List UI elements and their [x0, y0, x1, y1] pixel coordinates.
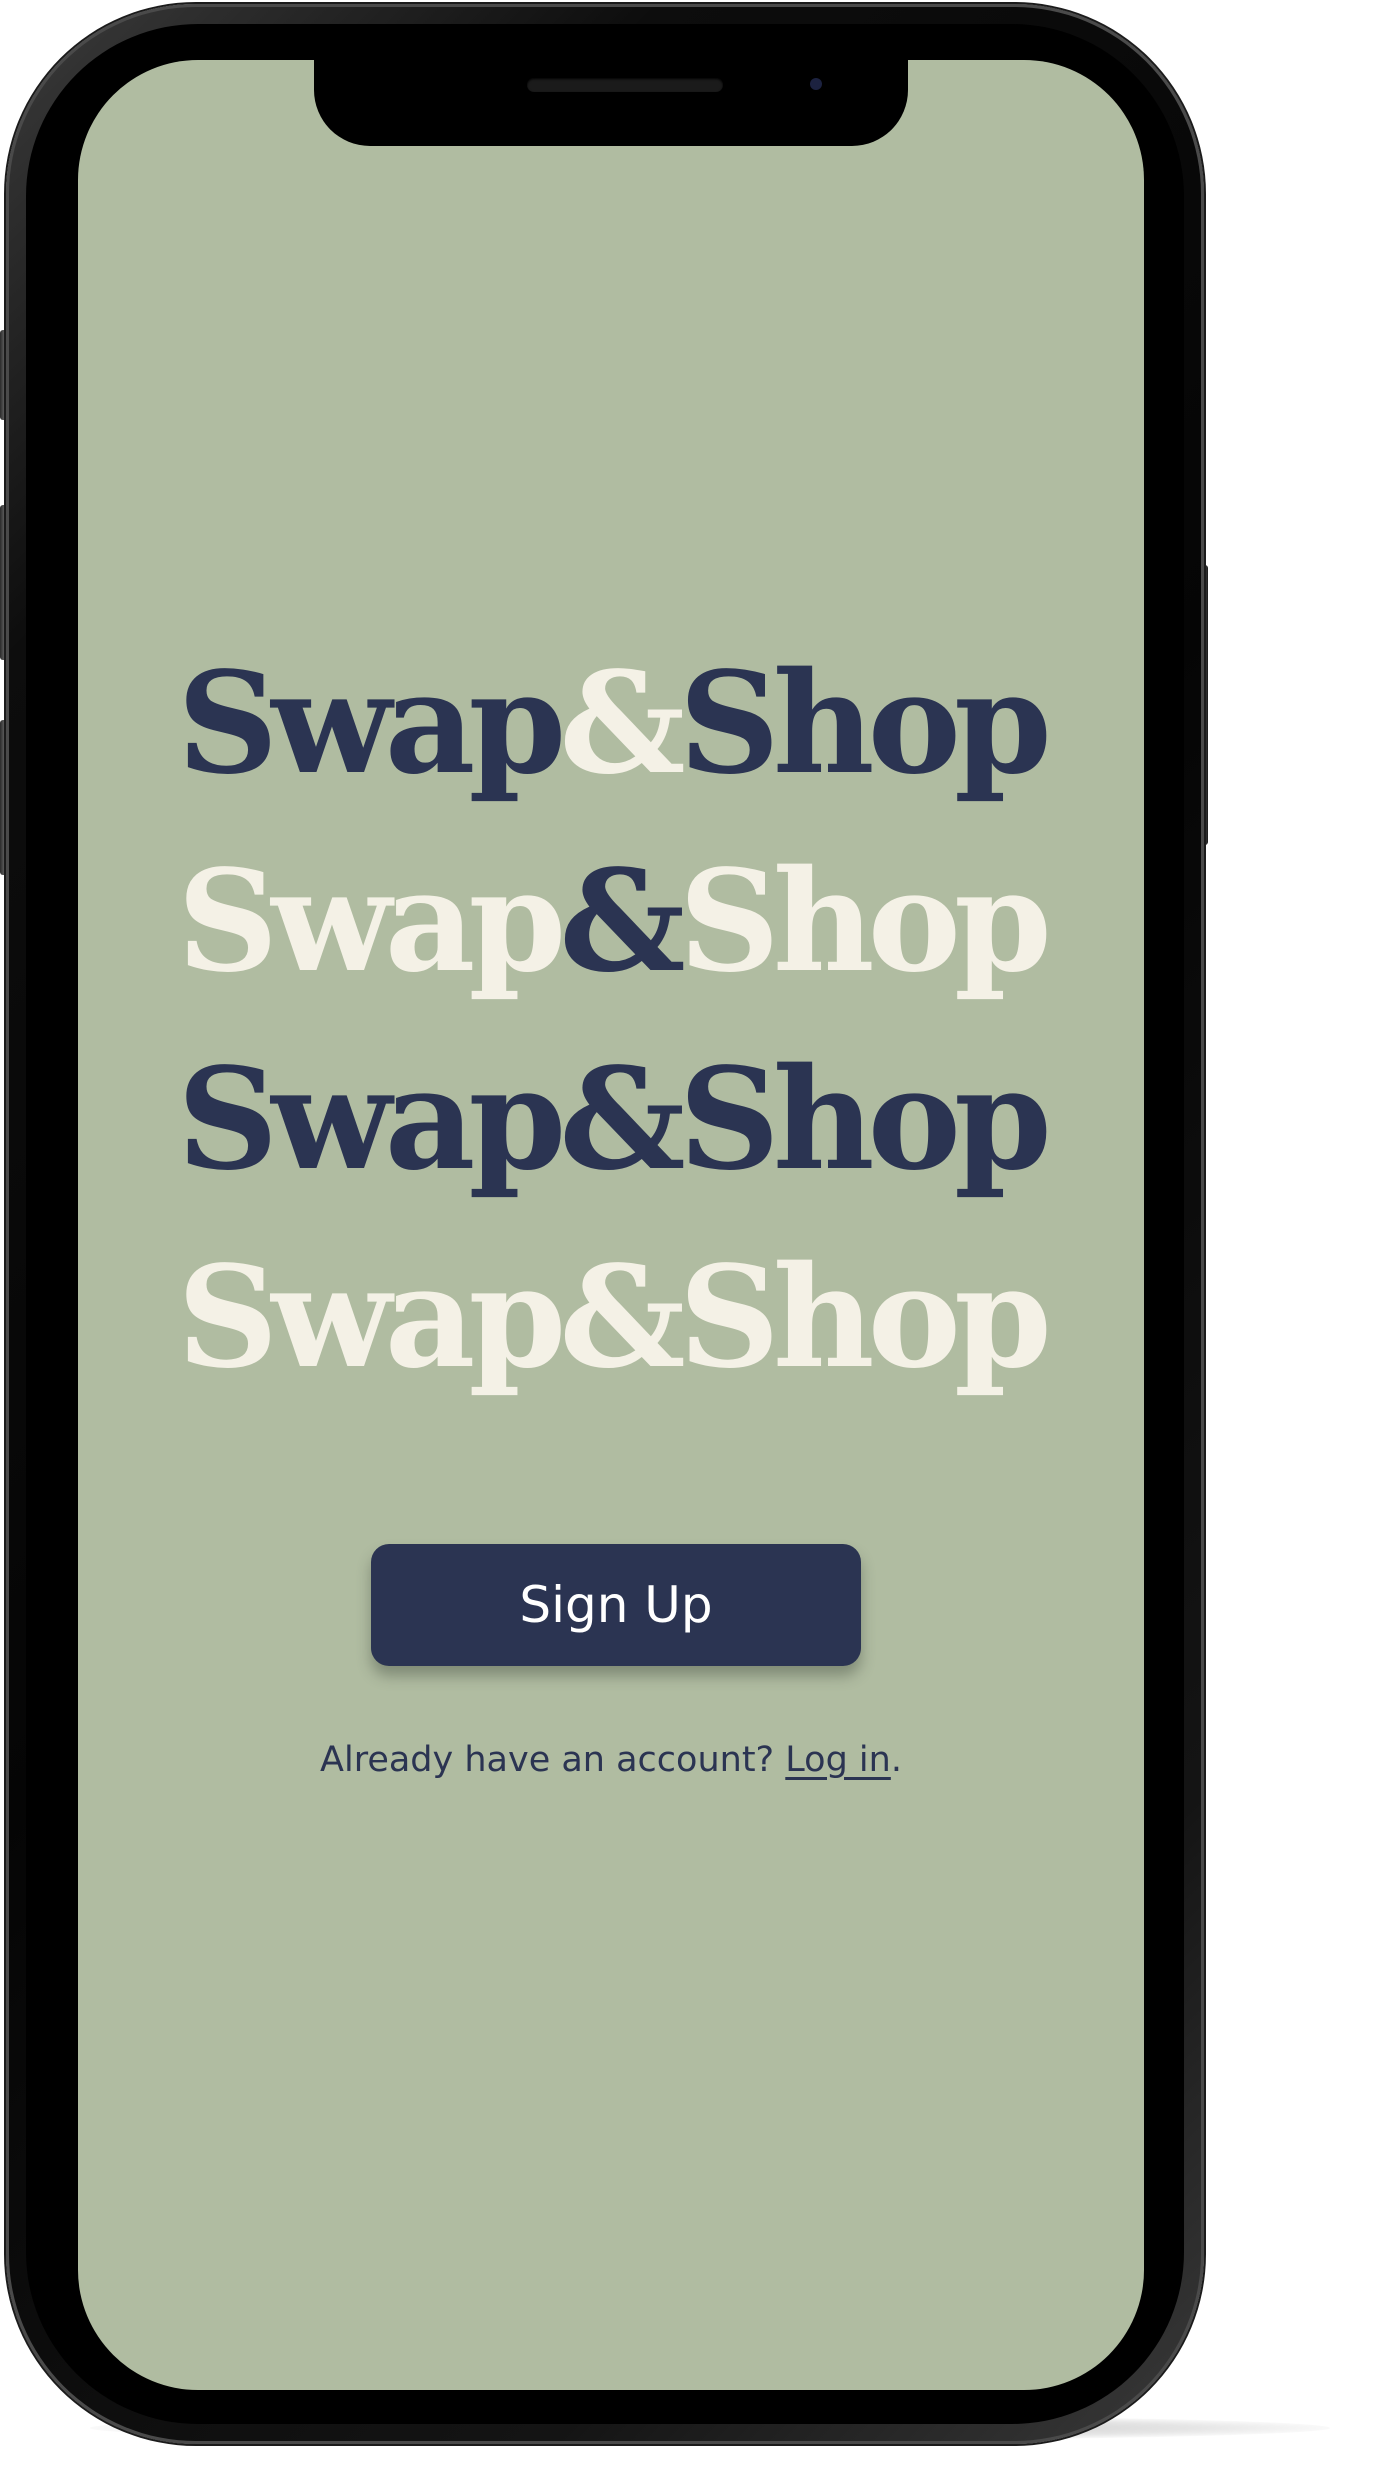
logo-line-2: Swap&Shop — [78, 823, 1144, 1021]
login-prompt: Already have an account? Log in. — [78, 1740, 1144, 1780]
log-in-link[interactable]: Log in — [785, 1740, 891, 1780]
login-trailing-period: . — [890, 1740, 902, 1780]
login-prompt-text: Already have an account? — [320, 1740, 775, 1780]
logo-word-shop: Shop — [678, 840, 1052, 1004]
phone-frame: Swap&Shop Swap&Shop Swap&Shop Swap&Shop … — [6, 4, 1204, 2444]
logo-ampersand: & — [559, 840, 685, 1004]
device-mockup: Swap&Shop Swap&Shop Swap&Shop Swap&Shop … — [0, 0, 1376, 2470]
front-camera — [810, 78, 822, 90]
app-logo: Swap&Shop Swap&Shop Swap&Shop Swap&Shop — [78, 625, 1144, 1417]
app-screen: Swap&Shop Swap&Shop Swap&Shop Swap&Shop … — [78, 60, 1144, 2390]
logo-word-shop: Shop — [678, 1038, 1052, 1202]
notch — [314, 60, 908, 146]
logo-line-1: Swap&Shop — [78, 625, 1144, 823]
logo-line-3: Swap&Shop — [78, 1021, 1144, 1219]
logo-ampersand: & — [559, 642, 685, 806]
logo-word-swap: Swap — [177, 840, 566, 1004]
speaker-grille — [527, 78, 723, 92]
logo-ampersand: & — [559, 1236, 685, 1400]
logo-word-shop: Shop — [678, 642, 1052, 806]
logo-word-shop: Shop — [678, 1236, 1052, 1400]
logo-word-swap: Swap — [177, 1038, 566, 1202]
logo-word-swap: Swap — [177, 642, 566, 806]
logo-line-4: Swap&Shop — [78, 1219, 1144, 1417]
logo-ampersand: & — [559, 1038, 685, 1202]
logo-word-swap: Swap — [177, 1236, 566, 1400]
sign-up-button[interactable]: Sign Up — [371, 1544, 861, 1666]
